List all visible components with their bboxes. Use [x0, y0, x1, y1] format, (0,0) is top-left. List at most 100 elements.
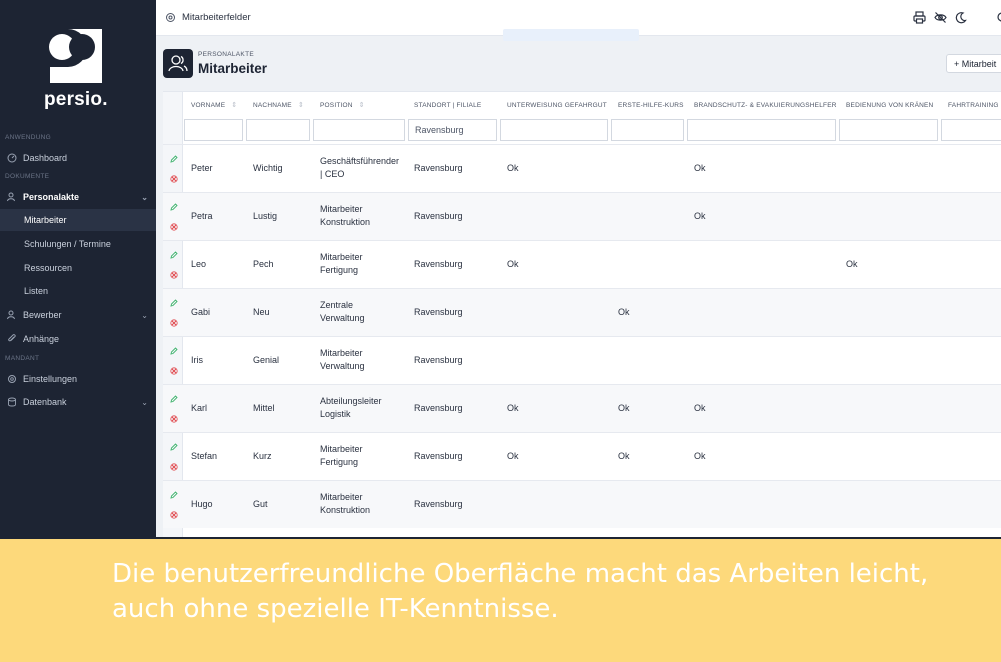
column-header-vorname[interactable]: VORNAME ⇕ [191, 92, 237, 118]
column-header-erste-hilfe[interactable]: ERSTE-HILFE-KURS [618, 92, 684, 118]
sidebar-item-anhaenge[interactable]: Anhänge [0, 328, 156, 350]
position-line-2: Konstruktion [320, 505, 371, 515]
column-header-kraene[interactable]: BEDIENUNG VON KRÄNEN [846, 92, 933, 118]
cell-brandschutz: Ok [694, 163, 706, 173]
cell-erste-hilfe: Ok [618, 451, 630, 461]
logo-mark-icon [49, 29, 102, 83]
cell-kraene: Ok [846, 259, 858, 269]
column-header-brandschutz[interactable]: BRANDSCHUTZ- & EVAKUIERUNGSHELFER [694, 92, 837, 118]
filter-nachname[interactable] [246, 119, 310, 141]
sidebar-item-listen[interactable]: Listen [0, 280, 156, 302]
moon-icon[interactable] [955, 11, 967, 24]
filter-fahrtraining[interactable] [941, 119, 1001, 141]
position-line-1: Mitarbeiter [320, 204, 363, 214]
edit-icon[interactable] [170, 203, 178, 211]
column-label: VORNAME [191, 101, 226, 109]
gear-icon [8, 375, 16, 383]
edit-icon[interactable] [170, 491, 178, 499]
delete-icon[interactable] [170, 319, 178, 327]
caption-banner: Die benutzerfreundliche Oberfläche macht… [0, 537, 1001, 662]
sidebar-item-schulungen[interactable]: Schulungen / Termine [0, 233, 156, 255]
add-mitarbeiter-button[interactable]: + Mitarbeit [946, 54, 1001, 73]
position-line-2: Logistik [320, 409, 351, 419]
users-icon [7, 192, 15, 202]
sidebar-item-bewerber[interactable]: Bewerber ⌄ [0, 304, 156, 326]
filter-standort[interactable]: Ravensburg [408, 119, 497, 141]
cell-nachname: Genial [253, 355, 280, 365]
personalakte-icon [163, 49, 193, 78]
sidebar-item-label: Bewerber [23, 310, 62, 320]
column-header-standort[interactable]: STANDORT | FILIALE [414, 92, 481, 118]
delete-icon[interactable] [170, 415, 178, 423]
table-row[interactable]: Stefan Kurz Mitarbeiter Fertigung Ravensburg… [163, 432, 1001, 480]
cell-gefahrgut: Ok [507, 259, 519, 269]
table-row[interactable]: Petra Lustig Mitarbeiter Konstruktion Ravens… [163, 192, 1001, 240]
filter-brandschutz[interactable] [687, 119, 836, 141]
delete-icon[interactable] [170, 223, 178, 231]
column-header-gefahrgut[interactable]: UNTERWEISUNG GEFAHRGUT [507, 92, 607, 118]
sidebar-item-label: Anhänge [23, 334, 60, 344]
section-mandant: MANDANT [5, 355, 40, 362]
gear-icon[interactable] [165, 12, 176, 23]
position-line-1: Mitarbeiter [320, 492, 363, 502]
table-row[interactable]: Gabi Neu Zentrale Verwaltung Ravensburg Ok [163, 288, 1001, 336]
delete-icon[interactable] [170, 367, 178, 375]
cell-standort: Ravensburg [414, 163, 463, 173]
filter-gefahrgut[interactable] [500, 119, 608, 141]
chevron-down-icon: ⌄ [141, 397, 148, 407]
eye-off-icon[interactable] [934, 11, 947, 24]
cell-vorname: Gabi [191, 307, 211, 317]
delete-icon[interactable] [170, 175, 178, 183]
table-row[interactable]: Leo Pech Mitarbeiter Fertigung Ravensburg Ok O… [163, 240, 1001, 288]
table-row[interactable]: Hugo Gut Mitarbeiter Konstruktion Ravensburg [163, 480, 1001, 528]
page-eyebrow: PERSONALAKTE [198, 51, 254, 58]
table-row[interactable]: Peter Wichtig Geschäftsführender | CEO Raven… [163, 144, 1001, 192]
filter-vorname[interactable] [184, 119, 243, 141]
dashboard-icon [7, 153, 17, 163]
print-icon[interactable] [913, 11, 926, 24]
delete-icon[interactable] [170, 463, 178, 471]
search-icon[interactable] [996, 11, 1001, 24]
persio-logo[interactable]: persio. [44, 27, 108, 113]
table-row[interactable]: Iris Genial Mitarbeiter Verwaltung Ravensbur… [163, 336, 1001, 384]
chevron-down-icon: ⌄ [141, 310, 148, 320]
position-line-2: | CEO [320, 169, 345, 179]
delete-icon[interactable] [170, 271, 178, 279]
cell-standort: Ravensburg [414, 499, 463, 509]
column-header-position[interactable]: POSITION ⇕ [320, 92, 365, 118]
column-label: BRANDSCHUTZ- & EVAKUIERUNGSHELFER [694, 101, 837, 109]
sidebar-item-label: Mitarbeiter [24, 215, 67, 225]
filter-erste-hilfe[interactable] [611, 119, 684, 141]
cell-nachname: Lustig [253, 211, 278, 221]
user-icon [7, 310, 15, 320]
cell-position: Abteilungsleiter Logistik [320, 395, 382, 421]
edit-icon[interactable] [170, 155, 178, 163]
edit-icon[interactable] [170, 299, 178, 307]
delete-icon[interactable] [170, 511, 178, 519]
faded-toast [503, 29, 639, 41]
sidebar-item-dashboard[interactable]: Dashboard [0, 147, 156, 169]
sidebar-item-ressourcen[interactable]: Ressourcen [0, 257, 156, 279]
sidebar-item-mitarbeiter[interactable]: Mitarbeiter [0, 209, 156, 231]
cell-position: Mitarbeiter Konstruktion [320, 203, 370, 229]
cell-erste-hilfe: Ok [618, 307, 630, 317]
edit-icon[interactable] [170, 443, 178, 451]
filter-kraene[interactable] [839, 119, 938, 141]
edit-icon[interactable] [170, 347, 178, 355]
column-header-fahrtraining[interactable]: FAHRTRAINING [948, 92, 999, 118]
cell-standort: Ravensburg [414, 259, 463, 269]
cell-nachname: Wichtig [253, 163, 283, 173]
edit-icon[interactable] [170, 395, 178, 403]
sidebar-item-einstellungen[interactable]: Einstellungen [0, 368, 156, 390]
sidebar-item-personalakte[interactable]: Personalakte ⌄ [0, 186, 156, 208]
table-row[interactable]: Karl Mittel Abteilungsleiter Logistik Ravens… [163, 384, 1001, 432]
position-line-2: Fertigung [320, 457, 359, 467]
filter-position[interactable] [313, 119, 405, 141]
top-bar-title: Mitarbeiterfelder [182, 12, 251, 23]
sort-icon: ⇕ [297, 102, 304, 109]
edit-icon[interactable] [170, 251, 178, 259]
cell-standort: Ravensburg [414, 451, 463, 461]
column-header-nachname[interactable]: NACHNAME ⇕ [253, 92, 304, 118]
cell-brandschutz: Ok [694, 211, 706, 221]
sidebar-item-datenbank[interactable]: Datenbank ⌄ [0, 391, 156, 413]
